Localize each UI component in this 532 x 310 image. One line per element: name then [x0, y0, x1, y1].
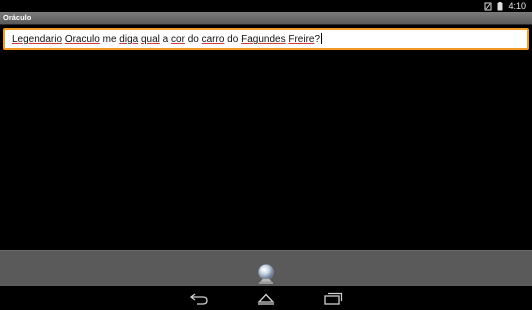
text-segment: do: [184, 34, 202, 45]
question-input[interactable]: Legendario Oraculo me diga qual a cor do…: [3, 28, 529, 50]
misspelled-word: Fagundes: [241, 34, 286, 45]
home-button[interactable]: [256, 291, 276, 305]
misspelled-word: diga: [119, 34, 139, 45]
misspelled-word: cor: [171, 34, 185, 45]
misspelled-word: Legendario: [12, 34, 63, 45]
text-segment: me: [99, 34, 120, 45]
misspelled-word: carro: [201, 34, 225, 45]
home-icon: [257, 293, 275, 305]
navigation-bar: [0, 286, 532, 310]
back-icon: [189, 293, 208, 305]
title-bar: Oráculo: [0, 12, 532, 25]
text-segment: ?: [314, 34, 321, 45]
text-segment: do: [224, 34, 242, 45]
misspelled-word: Freire: [288, 34, 315, 45]
text-cursor: [321, 33, 323, 44]
text-segment: a: [159, 34, 172, 45]
recent-apps-button[interactable]: [323, 291, 343, 305]
crystal-ball-button[interactable]: [255, 263, 277, 285]
action-bar: [0, 250, 532, 287]
back-button[interactable]: [189, 291, 209, 305]
app-title: Oráculo: [3, 13, 32, 22]
no-sim-icon: [484, 2, 492, 11]
question-text[interactable]: Legendario Oraculo me diga qual a cor do…: [12, 33, 323, 47]
crystal-ball-icon: [258, 264, 274, 284]
misspelled-word: Oraculo: [64, 34, 100, 45]
status-bar: 4:10: [0, 0, 532, 12]
clock: 4:10: [508, 1, 526, 11]
misspelled-word: qual: [140, 34, 160, 45]
status-icons: 4:10: [484, 0, 526, 12]
battery-icon: [497, 1, 503, 11]
recent-apps-icon: [324, 292, 343, 305]
